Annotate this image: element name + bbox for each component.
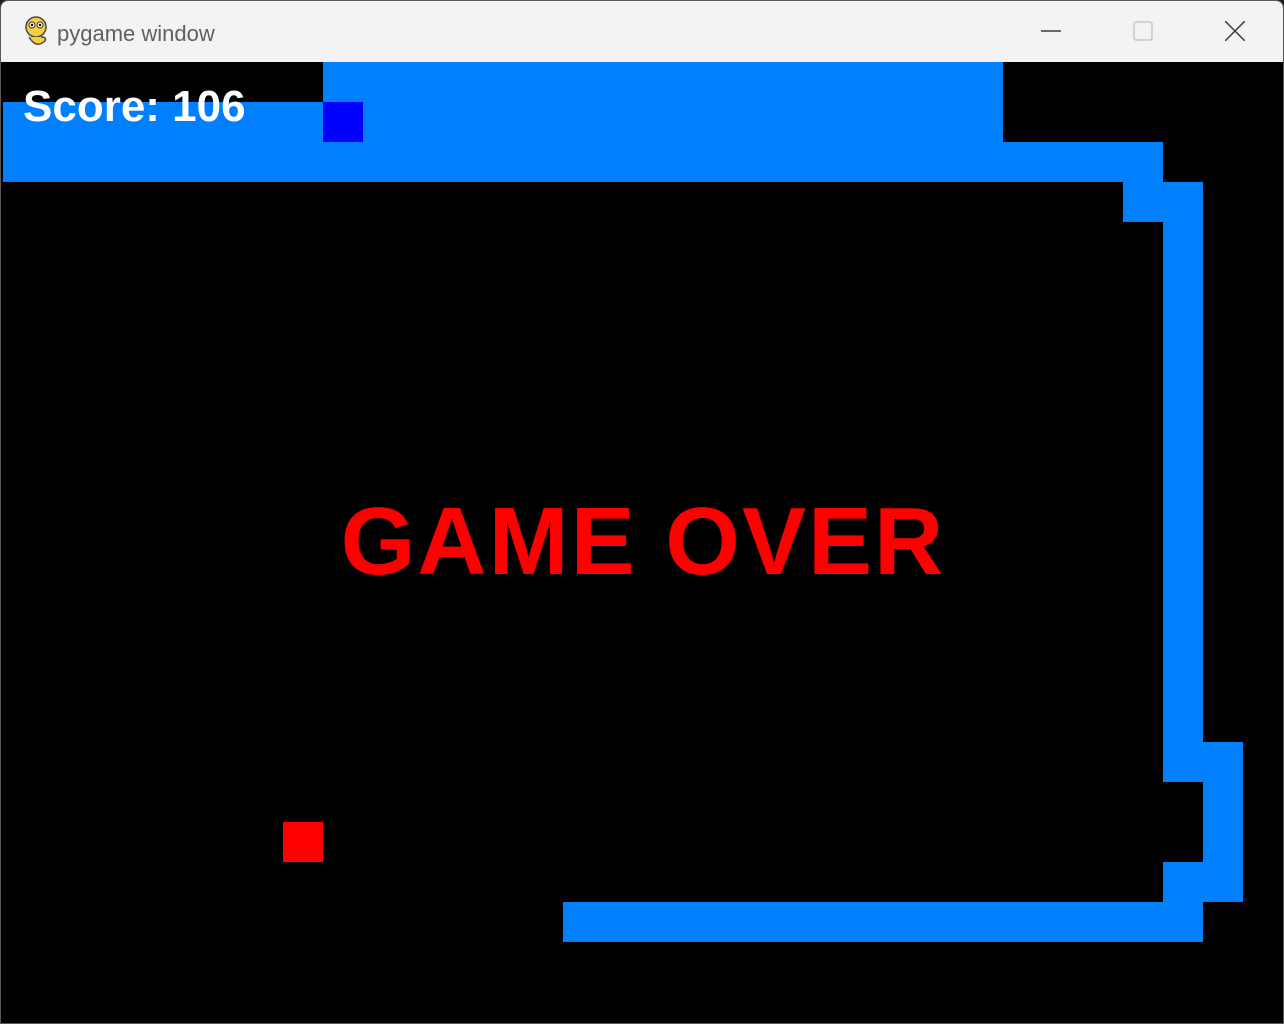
snake-head — [323, 102, 363, 142]
snake-segment — [1123, 182, 1203, 222]
title-bar[interactable]: pygame window — [1, 1, 1283, 62]
pygame-window: pygame window Score: 106 GAME OVER — [0, 0, 1284, 1024]
close-button[interactable] — [1189, 1, 1281, 62]
snake-segment — [563, 902, 1203, 942]
score-label: Score: 106 — [23, 82, 246, 131]
game-canvas[interactable]: Score: 106 GAME OVER — [3, 62, 1283, 1023]
pygame-snake-icon — [21, 15, 51, 49]
window-title: pygame window — [57, 21, 215, 46]
food-pellet — [283, 822, 323, 862]
close-icon — [1225, 21, 1245, 41]
minimize-button[interactable] — [1005, 1, 1097, 62]
maximize-icon — [1133, 21, 1153, 41]
snake-segment — [1003, 142, 1163, 182]
snake-segment — [323, 62, 1003, 182]
minimize-icon — [1041, 30, 1061, 32]
maximize-button[interactable] — [1097, 1, 1189, 62]
game-over-text: GAME OVER — [340, 488, 946, 595]
